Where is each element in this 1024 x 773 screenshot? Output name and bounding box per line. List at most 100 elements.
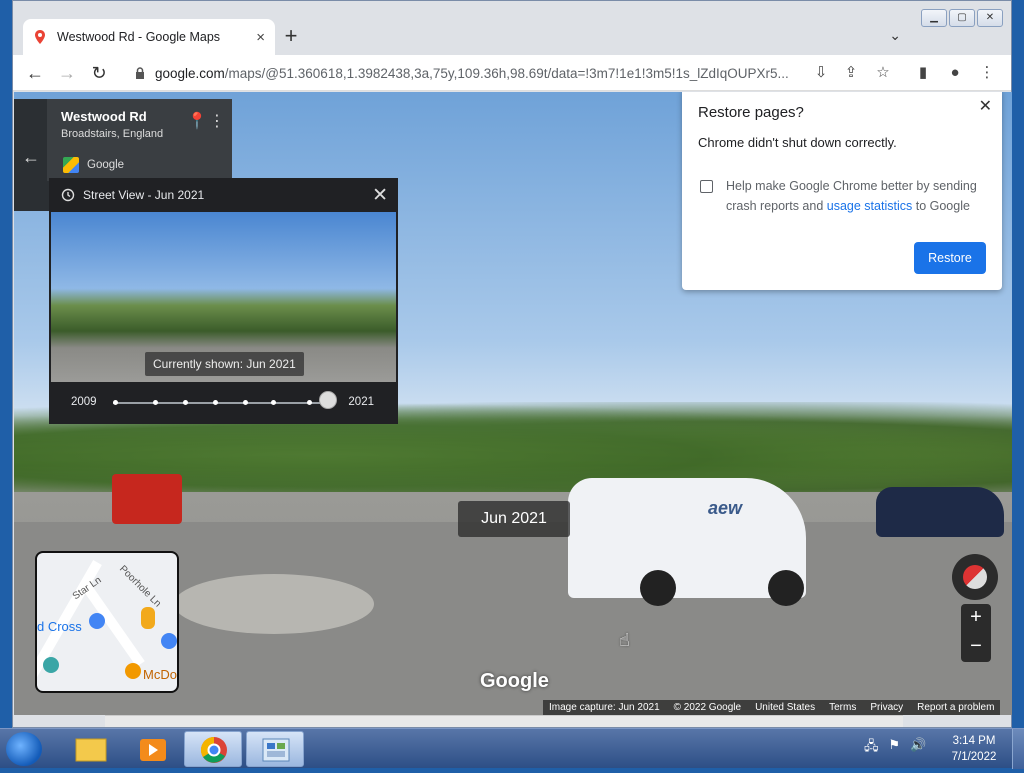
back-button[interactable]: ←	[23, 61, 47, 85]
dialog-message: Chrome didn't shut down correctly.	[698, 135, 897, 150]
pegman-icon[interactable]	[141, 607, 155, 629]
blue-car	[876, 487, 1004, 537]
timeline-header: Street View - Jun 2021	[49, 178, 398, 212]
browser-toolbar: ← → ↻ google.com/maps/@51.360618,1.39824…	[13, 55, 1011, 91]
url-domain: google.com	[155, 65, 225, 81]
google-maps-logo-icon	[63, 157, 79, 173]
usage-statistics-link[interactable]: usage statistics	[827, 199, 912, 213]
place-label: McDo	[143, 667, 177, 682]
van-logo-text: aew	[708, 498, 743, 518]
slider-tick[interactable]	[213, 400, 218, 405]
slider-knob[interactable]	[319, 391, 337, 409]
report-problem-link[interactable]: Report a problem	[917, 702, 994, 713]
close-timeline-icon[interactable]: ✕	[372, 184, 388, 207]
privacy-link[interactable]: Privacy	[870, 702, 903, 713]
tab-search-chevron-icon[interactable]: ⌄	[889, 27, 901, 44]
tab-strip: Westwood Rd - Google Maps × + ⌄ ▁ ▢ ✕	[13, 1, 1011, 55]
slider-tick[interactable]	[307, 400, 312, 405]
share-icon[interactable]: ⇪	[839, 61, 863, 85]
reload-button[interactable]: ↻	[87, 61, 111, 85]
chrome-menu-icon[interactable]: ⋮	[975, 61, 999, 85]
install-app-icon[interactable]: ⇩	[809, 61, 833, 85]
slider-tick[interactable]	[113, 400, 118, 405]
building-poi-icon[interactable]	[43, 657, 59, 673]
taskbar-media-player[interactable]	[124, 731, 182, 767]
maximize-button[interactable]: ▢	[949, 9, 975, 27]
van-wheel-front	[640, 570, 676, 606]
show-desktop-button[interactable]	[1012, 729, 1024, 769]
close-tab-icon[interactable]: ×	[256, 29, 265, 46]
shopping-poi-icon[interactable]	[89, 613, 105, 629]
zoom-controls: + −	[961, 604, 991, 662]
slider-tick[interactable]	[271, 400, 276, 405]
slider-tick[interactable]	[183, 400, 188, 405]
roundabout	[174, 574, 374, 634]
horizontal-scrollbar[interactable]	[105, 715, 903, 727]
place-card: Westwood Rd Broadstairs, England 📍 ⋮ Goo…	[47, 99, 232, 181]
terms-link[interactable]: Terms	[829, 702, 856, 713]
address-bar[interactable]: google.com/maps/@51.360618,1.3982438,3a,…	[125, 59, 807, 87]
folder-icon	[75, 738, 107, 762]
timeline-slider[interactable]: 2009 2021	[49, 388, 398, 418]
taskbar: 🖧 ⚑ 🔊 3:14 PM 7/1/2022	[0, 728, 1024, 769]
taskbar-chrome[interactable]	[184, 731, 242, 767]
taskbar-explorer[interactable]	[62, 731, 120, 767]
checkbox-label: Help make Google Chrome better by sendin…	[726, 176, 982, 216]
location-pin-icon[interactable]: 📍	[187, 111, 207, 131]
slider-tick[interactable]	[153, 400, 158, 405]
zoom-out-button[interactable]: −	[961, 633, 991, 662]
browser-window: Westwood Rd - Google Maps × + ⌄ ▁ ▢ ✕ ← …	[12, 0, 1012, 728]
street-view-timeline-panel: Street View - Jun 2021 ✕ Currently shown…	[49, 178, 398, 424]
history-clock-icon[interactable]	[61, 188, 75, 202]
minimize-button[interactable]: ▁	[921, 9, 947, 27]
window-buttons: ▁ ▢ ✕	[921, 9, 1003, 27]
tab-google-maps[interactable]: Westwood Rd - Google Maps ×	[23, 19, 275, 55]
tab-title: Westwood Rd - Google Maps	[57, 30, 221, 44]
volume-icon[interactable]: 🔊	[910, 737, 926, 759]
place-label: d Cross	[37, 619, 82, 634]
side-panel-icon[interactable]: ▮	[911, 61, 935, 85]
street-view-viewport[interactable]: aew Jun 2021 ← Westwood Rd Broadstairs, …	[14, 92, 1012, 715]
chrome-icon	[200, 736, 227, 763]
white-van: aew	[568, 478, 806, 606]
maps-pin-icon	[35, 30, 45, 44]
taskbar-control-panel[interactable]	[246, 731, 304, 767]
back-arrow-icon[interactable]: ←	[22, 147, 42, 167]
start-button[interactable]	[6, 732, 42, 766]
action-center-flag-icon[interactable]: ⚑	[889, 737, 901, 759]
compass-button[interactable]	[952, 554, 998, 600]
restaurant-poi-icon[interactable]	[125, 663, 141, 679]
image-capture-text: Image capture: Jun 2021	[549, 702, 660, 713]
provider-name: Google	[87, 159, 125, 171]
clock-date: 7/1/2022	[951, 751, 997, 763]
crash-report-checkbox[interactable]	[700, 180, 713, 193]
url-path: /maps/@51.360618,1.3982438,3a,75y,109.36…	[224, 65, 789, 81]
forward-button[interactable]: →	[55, 61, 79, 85]
network-icon[interactable]: 🖧	[864, 737, 879, 759]
year-end-label: 2021	[348, 396, 374, 408]
minimap[interactable]: Star Ln Poorhole Ln d Cross McDo	[35, 551, 179, 693]
slider-tick[interactable]	[243, 400, 248, 405]
compass-needle-icon	[963, 565, 987, 589]
media-player-icon	[140, 739, 166, 761]
van-wheel-rear	[768, 570, 804, 606]
region-link[interactable]: United States	[755, 702, 815, 713]
currently-shown-tooltip: Currently shown: Jun 2021	[145, 352, 304, 376]
new-tab-button[interactable]: +	[277, 23, 305, 51]
timeline-preview-image[interactable]: Currently shown: Jun 2021	[51, 212, 396, 382]
slider-track[interactable]	[113, 400, 331, 405]
profile-avatar-icon[interactable]: ●	[943, 61, 967, 85]
clock-time: 3:14 PM	[952, 735, 996, 747]
dialog-close-icon[interactable]: ✕	[979, 96, 992, 116]
more-options-icon[interactable]: ⋮	[209, 111, 225, 131]
dialog-title: Restore pages?	[698, 104, 804, 121]
bookmark-star-icon[interactable]: ☆	[871, 61, 895, 85]
taskbar-clock[interactable]: 3:14 PM 7/1/2022	[946, 733, 1002, 765]
restore-pages-dialog: Restore pages? ✕ Chrome didn't shut down…	[682, 92, 1002, 290]
close-window-button[interactable]: ✕	[977, 9, 1003, 27]
zoom-in-button[interactable]: +	[961, 604, 991, 633]
restore-button[interactable]: Restore	[914, 242, 986, 274]
store-poi-icon[interactable]	[161, 633, 177, 649]
control-panel-icon	[262, 738, 290, 762]
hand-cursor-icon: ☝	[619, 630, 630, 650]
